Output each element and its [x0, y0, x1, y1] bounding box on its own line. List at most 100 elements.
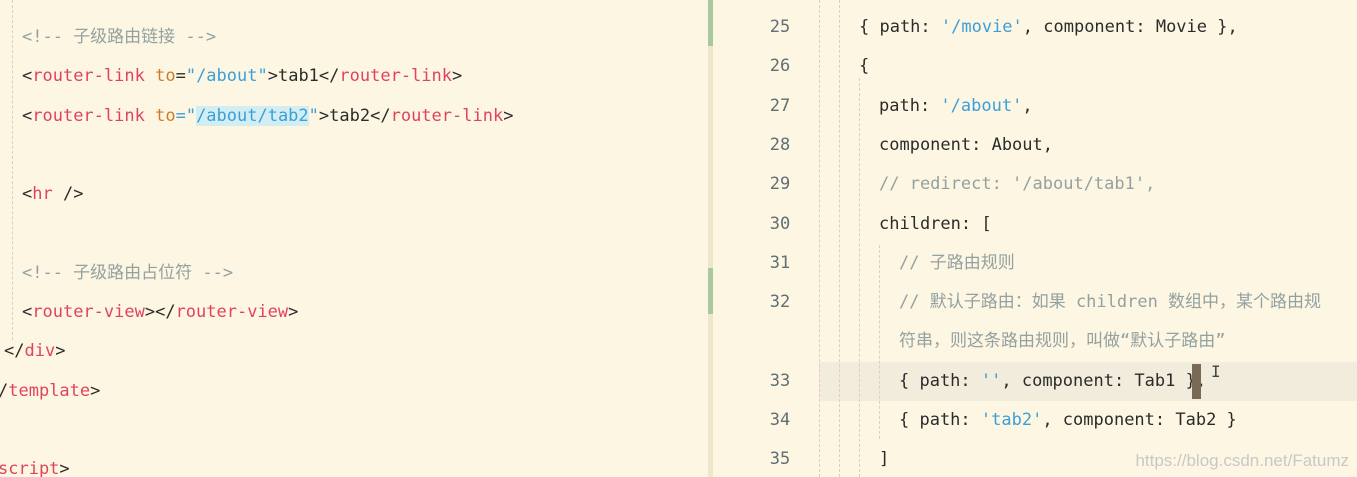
code-token: { path: [899, 370, 981, 391]
code-token: , component: Tab2 } [1042, 410, 1237, 430]
code-token: > [503, 105, 514, 126]
code-token: router-link [390, 105, 504, 126]
code-token: tab2 [329, 105, 371, 126]
code-token: /about/tab2 [196, 105, 309, 126]
code-token: script [0, 459, 60, 477]
code-token: < [22, 105, 33, 126]
right-editor-pane[interactable]: 25 26 27 28 29 30 31 32 33 34 35 { path: '/movie',… [713, 0, 1357, 477]
code-token: , component: Tab1 }, [1001, 370, 1207, 391]
code-token: // redirect: '/about/tab1', [879, 174, 1156, 195]
code-token: children: [ [879, 213, 992, 234]
code-token: div [24, 341, 56, 362]
line-number: 30 [769, 213, 791, 234]
code-token: component: About, [879, 134, 1053, 155]
code-line: script> [0, 450, 70, 477]
code-token: ></ [144, 302, 176, 323]
line-number: 34 [769, 410, 791, 430]
code-token: <!-- 子级路由链接 --> [22, 27, 217, 47]
code-token: tab1 [277, 66, 319, 87]
line-number: 26 [769, 56, 791, 77]
code-line: </div> [4, 332, 65, 371]
code-token: // 默认子路由：如果 children 数组中，某个路由规 [899, 292, 1322, 313]
code-line: <!-- 子级路由链接 --> [22, 18, 216, 57]
mouse-ibeam-icon: I [1211, 362, 1221, 381]
indent-guide [839, 0, 840, 477]
code-token: hr [32, 184, 53, 205]
line-number: 28 [769, 134, 791, 155]
line-number: 35 [769, 449, 791, 470]
code-token: < [22, 302, 33, 323]
line-number: 27 [769, 95, 791, 116]
code-token: router-view [175, 302, 289, 323]
code-line: 符串，则这条路由规则，叫做“默认子路由” [899, 322, 1225, 361]
code-line: /template> [0, 372, 100, 411]
code-token: > [452, 66, 463, 87]
indent-guide [12, 0, 13, 340]
code-token: { path: [899, 410, 981, 430]
code-token: > [318, 105, 330, 126]
code-token: = [175, 66, 186, 87]
text-cursor [1192, 364, 1201, 399]
code-line: <router-link to="/about">tab1</router-li… [22, 57, 462, 96]
code-token: "/about" [185, 66, 268, 87]
code-line: <router-link to="/about/tab2">tab2</rout… [22, 97, 513, 136]
code-token: router-link [339, 66, 452, 87]
line-number: 31 [769, 252, 791, 273]
watermark: https://blog.csdn.net/Fatumz [1135, 451, 1349, 470]
code-token: 符串，则这条路由规则，叫做“默认子路由” [899, 331, 1226, 352]
indent-guide [879, 245, 880, 439]
code-token: to [155, 66, 176, 87]
code-token: > [59, 459, 70, 477]
code-token: path: [879, 95, 941, 116]
code-token: 'tab2' [980, 410, 1043, 430]
code-token: ] [879, 449, 890, 470]
code-line: path: '/about', [879, 87, 1033, 126]
code-token: router-link [32, 66, 145, 87]
code-token: '' [980, 370, 1002, 391]
code-line: <router-view></router-view> [22, 293, 298, 332]
code-token: </ [4, 341, 25, 362]
code-line: component: About, [879, 126, 1053, 165]
line-number: 25 [769, 17, 791, 37]
code-token: </ [318, 66, 340, 87]
indent-guide [819, 0, 820, 477]
code-token: <!-- 子级路由占位符 --> [22, 262, 234, 283]
code-token: " [308, 105, 319, 126]
indent-guide [859, 78, 860, 477]
code-token: router-link [32, 105, 145, 126]
code-line: { [859, 47, 869, 86]
left-editor-pane[interactable]: <!-- 子级路由链接 --> <router-link to="/about">… [0, 0, 708, 477]
code-token: < [22, 184, 33, 205]
line-number [751, 322, 809, 361]
code-token: , [1022, 95, 1033, 116]
code-line: { path: 'tab2', component: Tab2 } [899, 401, 1237, 440]
code-token: router-view [32, 302, 145, 323]
code-line: // 子路由规则 [899, 244, 1015, 283]
code-token: =" [175, 105, 197, 126]
code-token: to [155, 105, 176, 126]
code-token: > [90, 380, 101, 401]
code-token: template [8, 380, 91, 401]
code-line: // redirect: '/about/tab1', [879, 165, 1155, 204]
code-token: , component: Movie }, [1022, 17, 1238, 37]
code-token: { [859, 56, 870, 77]
line-number: 32 [769, 292, 791, 313]
code-token: // 子路由规则 [899, 252, 1015, 273]
code-token: '/movie' [940, 17, 1023, 37]
code-token: < [22, 66, 33, 87]
code-token: > [267, 66, 278, 87]
line-number: 29 [769, 174, 791, 195]
code-token: { path: [859, 17, 941, 37]
code-line: ] [879, 440, 889, 477]
code-line: <!-- 子级路由占位符 --> [22, 254, 233, 293]
code-token: > [55, 341, 66, 362]
code-token: '/about' [940, 95, 1023, 116]
code-line: { path: '', component: Tab1 }, [899, 362, 1206, 401]
code-line: { path: '/movie', component: Movie }, [859, 8, 1238, 47]
code-token: > [288, 302, 299, 323]
code-token: /> [52, 184, 84, 205]
code-line: // 默认子路由：如果 children 数组中，某个路由规 [899, 283, 1321, 322]
code-token: </ [370, 105, 391, 126]
